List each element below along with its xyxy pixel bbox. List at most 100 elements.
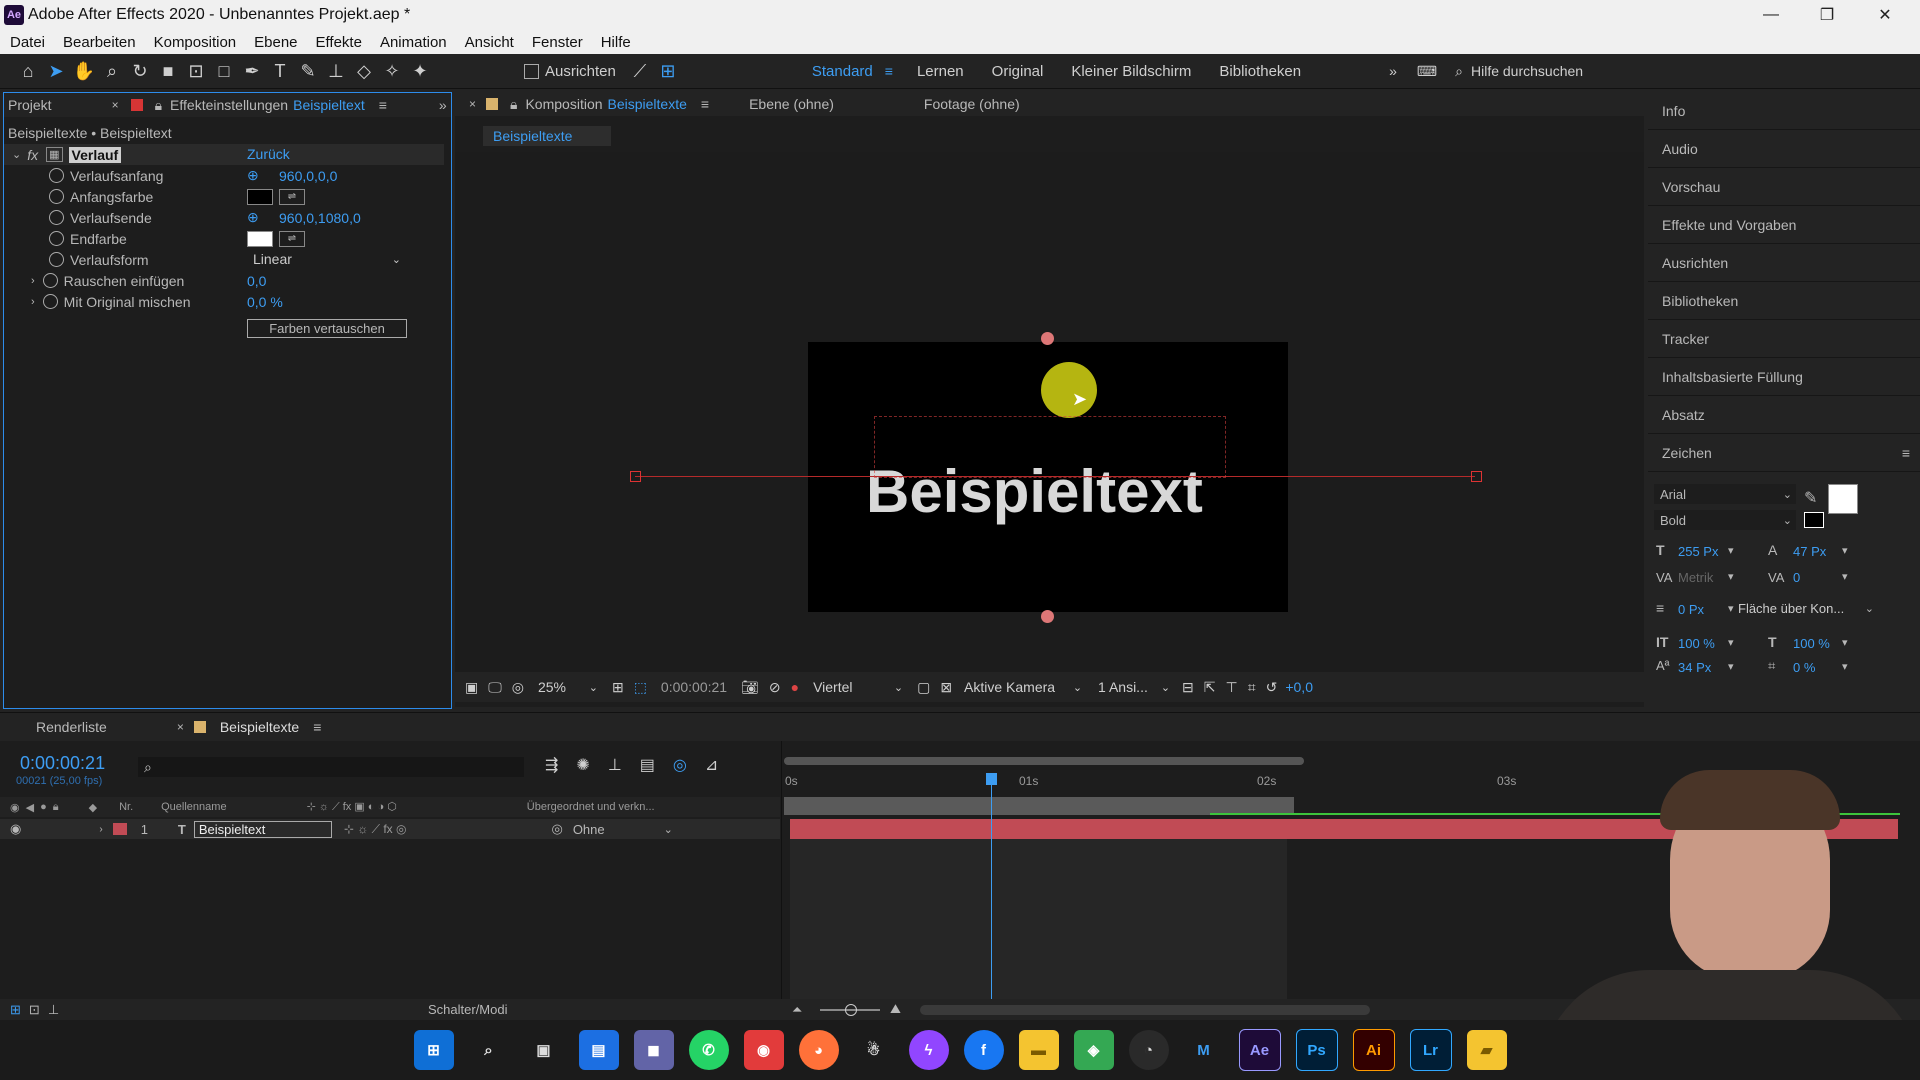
panel-effekte-vorgaben[interactable]: Effekte und Vorgaben — [1648, 206, 1920, 244]
tab-projekt[interactable]: Projekt — [8, 97, 52, 113]
more-workspaces-icon[interactable]: » — [1389, 63, 1397, 79]
transparency-icon[interactable]: ⊠ — [940, 679, 952, 696]
firefox-icon[interactable]: ◕ — [798, 1030, 839, 1070]
chevron-down-icon[interactable]: ▾ — [1728, 544, 1734, 557]
eyedropper-icon[interactable]: ⇌ — [279, 189, 305, 205]
tab-comp-name[interactable]: Beispieltexte — [608, 96, 687, 112]
app-logo-m-icon[interactable]: M — [1184, 1030, 1224, 1070]
eyedropper-icon[interactable]: ✎ — [1804, 488, 1817, 508]
crosshair-icon[interactable]: ⊕ — [247, 209, 259, 226]
camera-tool-icon[interactable]: ■ — [154, 57, 182, 85]
chevron-down-icon[interactable]: ⌄ — [12, 148, 21, 161]
stopwatch-icon[interactable] — [49, 168, 64, 183]
photoshop-icon[interactable]: Ps — [1295, 1029, 1338, 1071]
zoom-select[interactable]: 25% ⌄ — [538, 679, 598, 695]
close-icon[interactable]: ✕ — [1862, 2, 1908, 28]
reset-link[interactable]: Zurück — [247, 146, 290, 162]
anchor-tool-icon[interactable]: ⊡ — [182, 57, 210, 85]
tree-icon[interactable]: ⌗ — [1248, 679, 1256, 696]
puppet-tool-icon[interactable]: ✦ — [406, 57, 434, 85]
whatsapp-icon[interactable]: ✆ — [688, 1030, 729, 1070]
views-select[interactable]: 1 Ansi... ⌄ — [1098, 679, 1170, 695]
viewer-timecode[interactable]: 0:00:00:21 — [661, 679, 727, 695]
layer-switches[interactable]: ⊹ ☼ ⟋ fx ◎ — [344, 822, 407, 837]
verlaufsform-select[interactable]: Linear ⌄ — [247, 250, 407, 268]
reset-exposure-icon[interactable]: ↺ — [1266, 679, 1278, 696]
flowchart-icon[interactable]: ⊤ — [1226, 679, 1238, 696]
playhead-line[interactable] — [991, 773, 992, 1009]
export-icon[interactable]: ⇱ — [1204, 679, 1216, 696]
gradient-start-point[interactable] — [1041, 332, 1054, 345]
folder-icon[interactable]: ▰ — [1466, 1030, 1507, 1070]
layer-row[interactable]: ◉ › 1 T Beispieltext ⊹ ☼ ⟋ fx ◎ ◎ Ohne ⌄ — [0, 819, 780, 839]
graph-editor-icon[interactable]: ⊿ — [705, 755, 718, 775]
fx-icon[interactable]: fx — [27, 147, 38, 163]
end-color-swatch[interactable] — [247, 231, 273, 247]
maps-icon[interactable]: ◈ — [1073, 1030, 1114, 1070]
zoom-out-icon[interactable]: ⏶ — [792, 1002, 802, 1018]
workspace-menu-icon[interactable]: ≡ — [885, 63, 893, 79]
pen-tool-icon[interactable]: ✒ — [238, 57, 266, 85]
eye-icon[interactable]: ◉ — [10, 821, 21, 837]
workspace-kleiner-bildschirm[interactable]: Kleiner Bildschirm — [1071, 63, 1191, 80]
chevron-down-icon[interactable]: ▾ — [1842, 660, 1848, 673]
frame-blend-icon[interactable]: ▤ — [640, 755, 655, 775]
menu-bearbeiten[interactable]: Bearbeiten — [63, 34, 136, 51]
resolution-select[interactable]: Viertel ⌄ — [813, 679, 903, 695]
transparency-grid-icon[interactable]: ⬚ — [634, 679, 647, 696]
black-white-icon[interactable] — [1804, 512, 1824, 528]
teams-icon[interactable]: ◼ — [633, 1030, 674, 1070]
panel-menu-icon[interactable]: ≡ — [313, 719, 321, 735]
chevron-right-icon[interactable]: › — [31, 275, 35, 287]
windows-start-icon[interactable]: ⊞ — [413, 1030, 454, 1070]
obs-icon[interactable]: ◔ — [1128, 1030, 1169, 1070]
start-color-swatch[interactable] — [247, 189, 273, 205]
chevron-right-icon[interactable]: › — [31, 296, 35, 308]
chevron-down-icon[interactable]: ▾ — [1728, 602, 1734, 615]
app-figure-icon[interactable]: ☃ — [854, 1030, 894, 1070]
color-channel-icon[interactable]: ● — [791, 679, 799, 695]
menu-animation[interactable]: Animation — [380, 34, 447, 51]
layer-label-icon[interactable] — [112, 823, 127, 835]
after-effects-icon[interactable]: Ae — [1238, 1029, 1281, 1071]
stopwatch-icon[interactable] — [42, 273, 58, 288]
home-icon[interactable]: ⌂ — [14, 57, 42, 85]
work-area-bar[interactable] — [784, 757, 1304, 765]
layer-switch-icon[interactable]: ⊞ — [10, 1002, 21, 1018]
prop-value[interactable]: 0,0 — [247, 273, 266, 289]
panel-audio[interactable]: Audio — [1648, 130, 1920, 168]
menu-fenster[interactable]: Fenster — [532, 34, 583, 51]
horizontal-scale-value[interactable]: 100 % — [1793, 636, 1830, 651]
transfer-icon[interactable]: ⊡ — [29, 1002, 40, 1018]
audio-icon[interactable]: ◀ — [26, 801, 34, 814]
recorder-icon[interactable]: ◉ — [743, 1030, 784, 1070]
col-parent[interactable]: Übergeordnet und verkn... — [527, 801, 655, 813]
menu-ebene[interactable]: Ebene — [254, 34, 297, 51]
comp-viewer[interactable]: ➤ Beispieltext — [455, 152, 1644, 672]
illustrator-icon[interactable]: Ai — [1352, 1029, 1395, 1071]
pick-whip-icon[interactable]: ◎ — [551, 821, 562, 837]
help-search[interactable]: ⌕ Hilfe durchsuchen — [1455, 59, 1685, 83]
rotate-tool-icon[interactable]: ↻ — [126, 57, 154, 85]
lock-icon[interactable]: 🔒︎ — [510, 96, 517, 113]
menu-ansicht[interactable]: Ansicht — [465, 34, 514, 51]
snapshot-icon[interactable]: 📷︎ — [741, 679, 759, 696]
facebook-icon[interactable]: f — [963, 1030, 1004, 1070]
stroke-mode-select[interactable]: Fläche über Kon... ⌄ — [1738, 598, 1874, 618]
roto-tool-icon[interactable]: ✧ — [378, 57, 406, 85]
lock-icon[interactable]: 🔒︎ — [155, 97, 162, 114]
comp-flow-icon[interactable]: ⇶ — [545, 755, 558, 775]
eyedropper-icon[interactable]: ⇌ — [279, 231, 305, 247]
channel-icon[interactable]: ⊘ — [769, 679, 781, 696]
stopwatch-icon[interactable] — [49, 189, 64, 204]
chevron-down-icon[interactable]: ▾ — [1728, 660, 1734, 673]
panel-menu-icon[interactable]: ≡ — [379, 97, 387, 113]
chevron-down-icon[interactable]: ▾ — [1842, 544, 1848, 557]
leading-value[interactable]: 47 Px — [1793, 544, 1826, 559]
workspace-bibliotheken[interactable]: Bibliotheken — [1219, 63, 1301, 80]
stopwatch-icon[interactable] — [49, 231, 64, 246]
switches-modes-toggle[interactable]: Schalter/Modi — [428, 1002, 507, 1017]
panel-menu-icon[interactable]: ≡ — [1902, 445, 1910, 461]
task-view-icon[interactable]: ▣ — [524, 1030, 564, 1070]
col-source-name[interactable]: Quellenname — [161, 801, 226, 813]
